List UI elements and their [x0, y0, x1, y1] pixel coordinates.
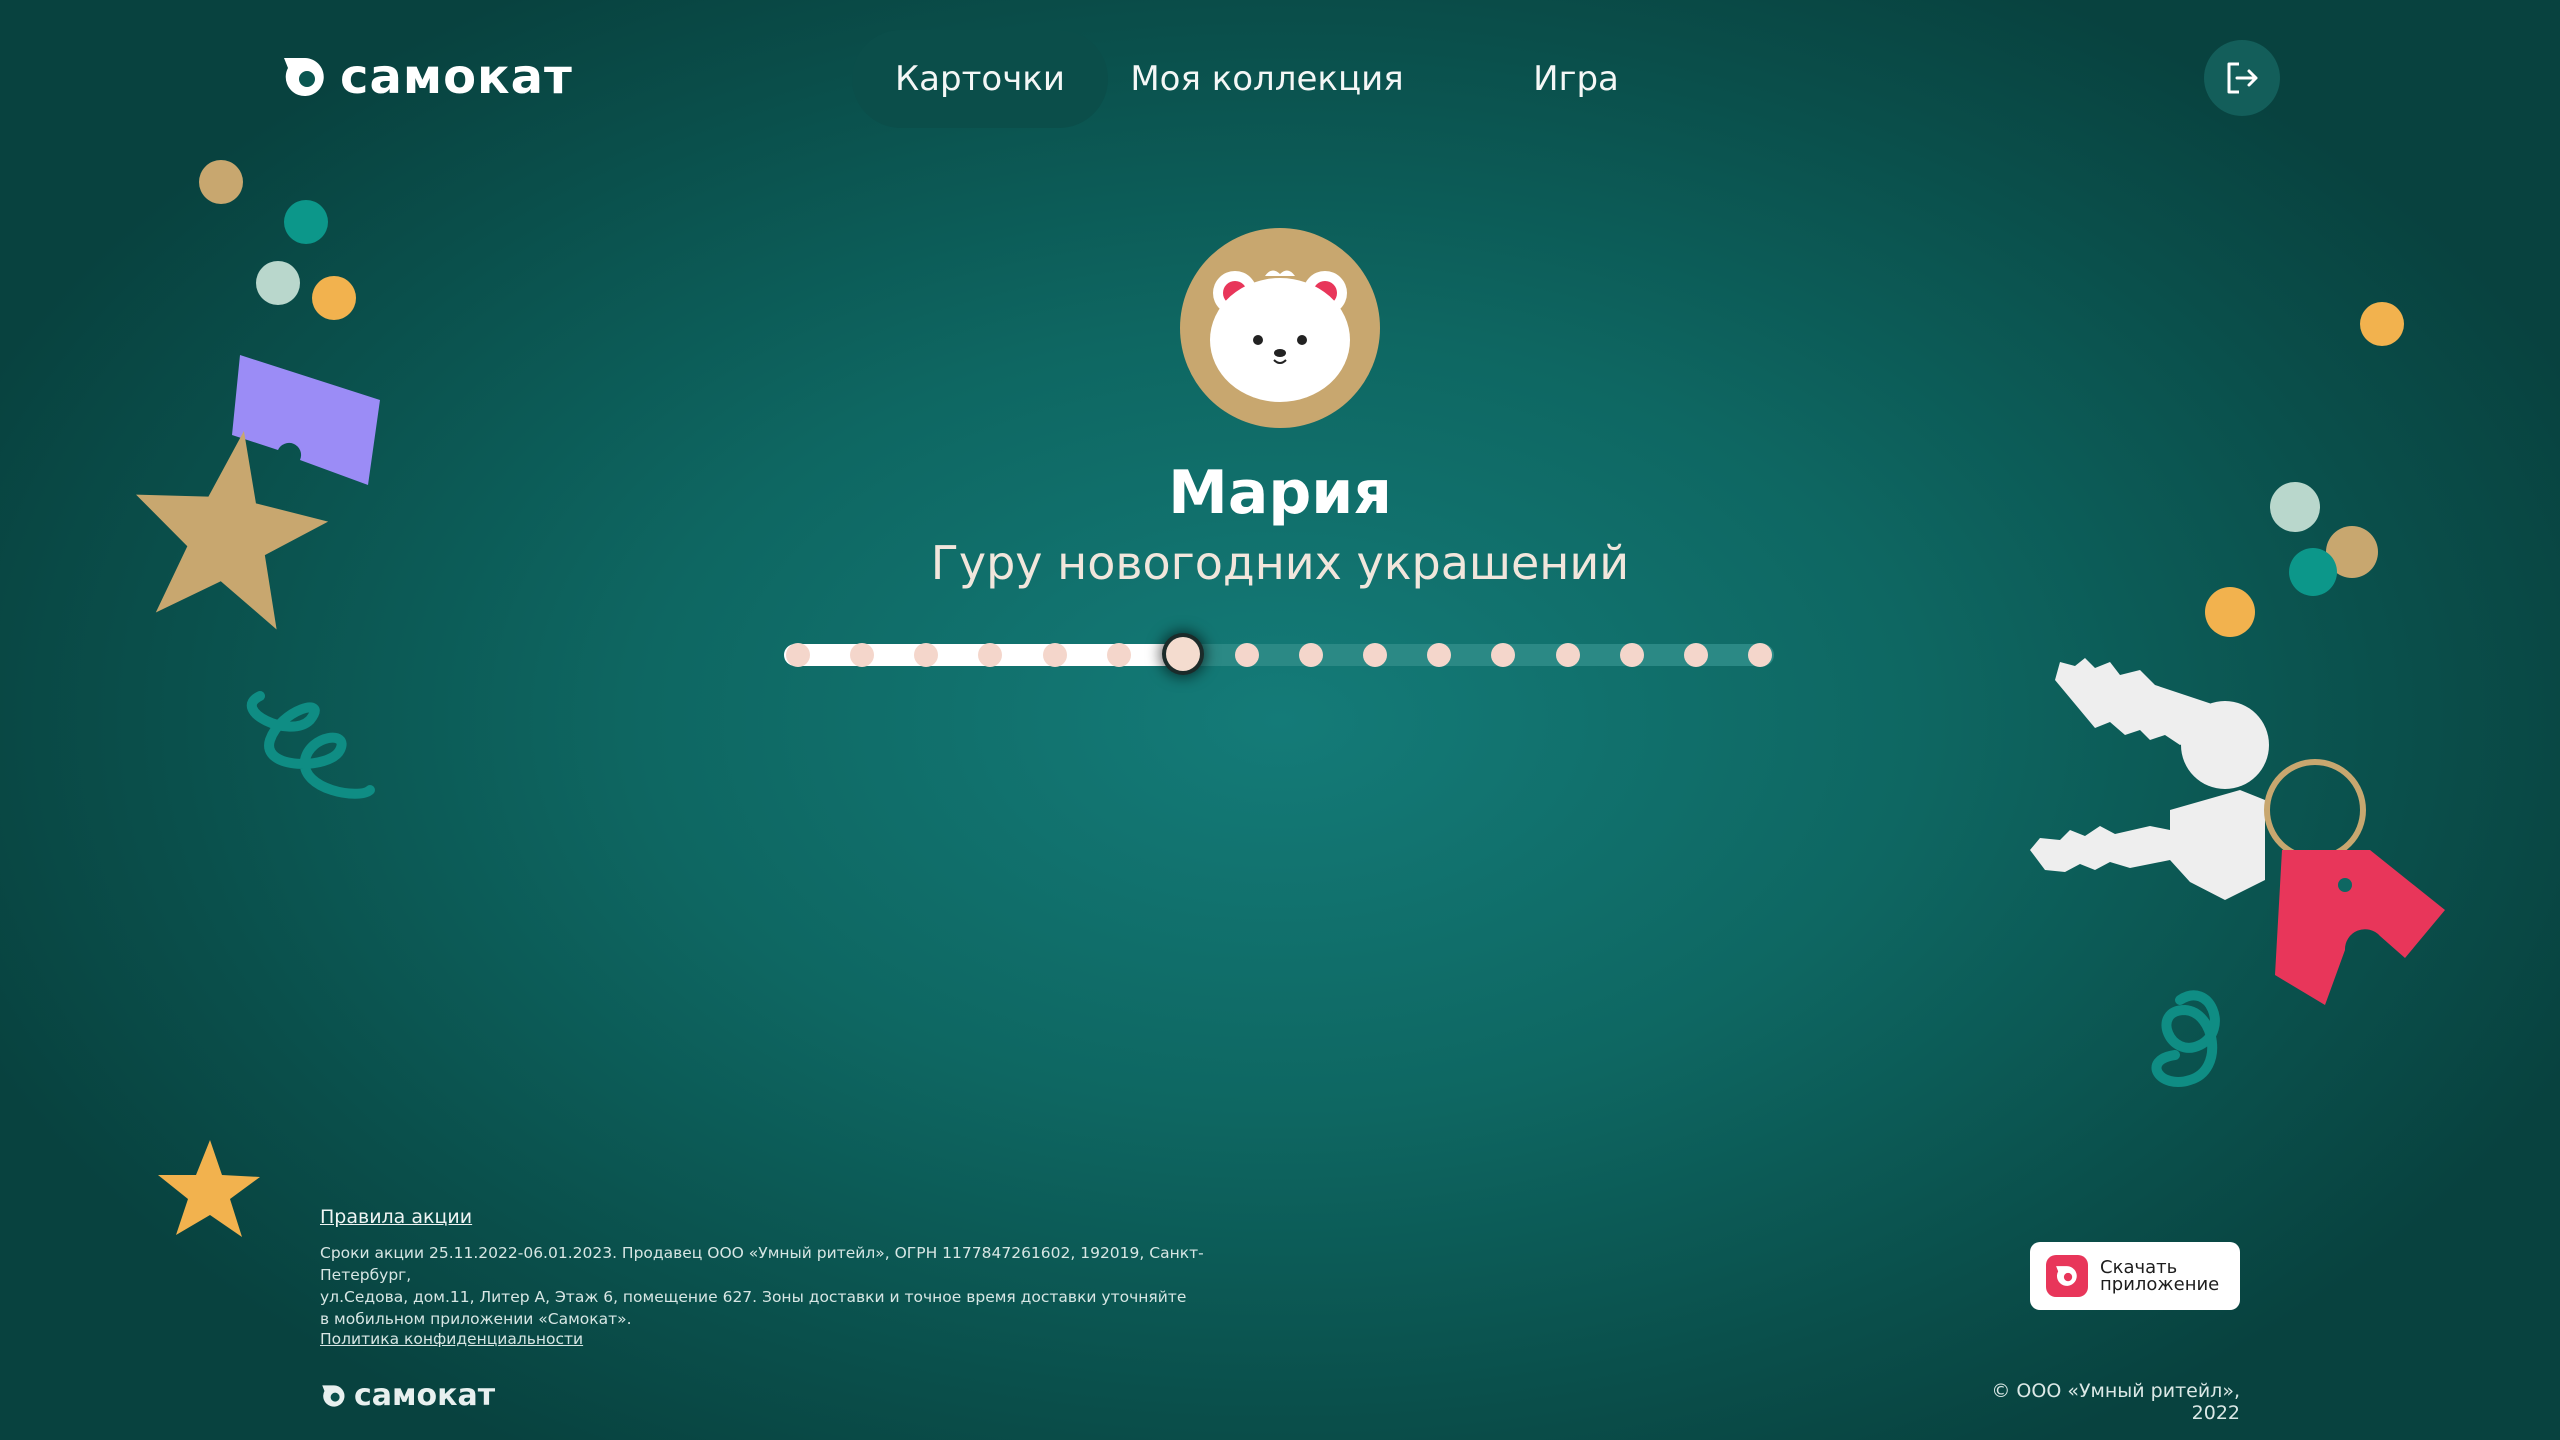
- samokat-app-icon: [2046, 1255, 2088, 1297]
- progress-step: [1683, 643, 1708, 667]
- progress-step: [1748, 643, 1772, 667]
- progress-step: [1555, 643, 1580, 667]
- confetti-dot: [199, 160, 243, 204]
- rules-link[interactable]: Правила акции: [320, 1206, 472, 1228]
- logout-button[interactable]: [2204, 40, 2280, 116]
- progress-step: [1234, 643, 1259, 667]
- logout-icon: [2227, 62, 2258, 94]
- privacy-policy-link[interactable]: Политика конфиденциальности: [320, 1330, 583, 1348]
- swirl-icon: [2151, 990, 2220, 1087]
- main-nav: Карточки Моя коллекция Игра: [852, 30, 1726, 128]
- download-app-label: Скачать приложение: [2100, 1259, 2220, 1295]
- download-app-button[interactable]: Скачать приложение: [2030, 1242, 2240, 1310]
- footer-brand-logo[interactable]: самокат: [320, 1378, 495, 1413]
- progress-step: [1106, 643, 1131, 667]
- keys-icon: [2030, 658, 2445, 1005]
- decoration-right: [2030, 302, 2445, 1087]
- brand-name: самокат: [340, 49, 573, 105]
- brand-logo[interactable]: самокат: [280, 52, 573, 102]
- download-app-line2: приложение: [2100, 1274, 2220, 1295]
- progress-step: [1299, 643, 1324, 667]
- star-small-icon: [158, 1140, 260, 1237]
- level-progress-bar: [784, 637, 1774, 672]
- avatar: [1180, 228, 1380, 428]
- legal-line: в мобильном приложении «Самокат».: [320, 1310, 632, 1328]
- tab-game[interactable]: Игра: [1426, 30, 1726, 128]
- legal-line: Сроки акции 25.11.2022-06.01.2023. Прода…: [320, 1244, 1204, 1284]
- confetti-dot: [256, 261, 300, 305]
- user-name: Мария: [1168, 458, 1392, 528]
- user-rank-title: Гуру новогодних украшений: [930, 536, 1630, 590]
- confetti-dot: [312, 276, 356, 320]
- confetti-dot: [2205, 587, 2255, 637]
- confetti-dot: [2360, 302, 2404, 346]
- copyright: © ООО «Умный ритейл», 2022: [1991, 1380, 2240, 1424]
- logo-mark-icon: [322, 1384, 345, 1407]
- legal-text: Сроки акции 25.11.2022-06.01.2023. Прода…: [320, 1242, 1240, 1330]
- progress-step-current: [1165, 637, 1200, 671]
- progress-step: [786, 643, 810, 667]
- swirl-icon: [246, 691, 375, 799]
- polar-bear-icon: [1210, 270, 1350, 402]
- tab-my-collection[interactable]: Моя коллекция: [1108, 30, 1426, 128]
- progress-step: [850, 643, 875, 667]
- legal-line: ул.Седова, дом.11, Литер А, Этаж 6, поме…: [320, 1288, 1187, 1306]
- confetti-dot: [284, 200, 328, 244]
- tab-cards[interactable]: Карточки: [852, 30, 1108, 128]
- progress-step: [1619, 643, 1644, 667]
- brand-name: самокат: [354, 1378, 496, 1413]
- progress-step: [1042, 643, 1067, 667]
- progress-step: [1363, 643, 1388, 667]
- logo-mark-icon: [280, 52, 330, 102]
